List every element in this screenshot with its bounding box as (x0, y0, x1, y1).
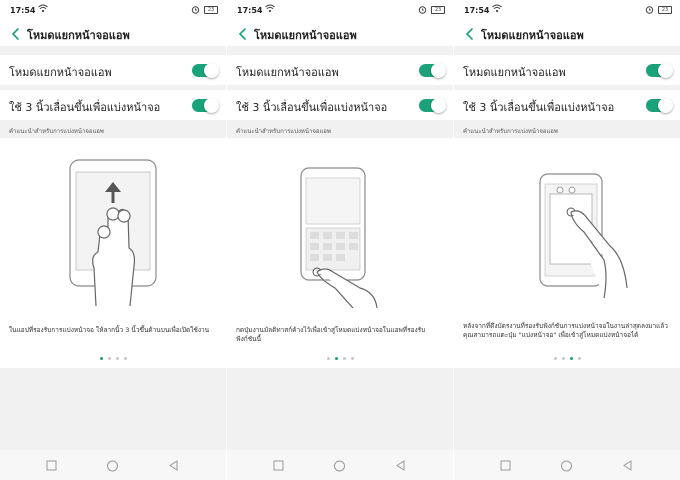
tutorial-card[interactable]: หลังจากที่ดึงบัตรงานที่รองรับฟังก์ชันการ… (454, 138, 680, 368)
home-icon[interactable] (333, 460, 346, 473)
page-title: โหมดแยกหน้าจอแอพ (254, 29, 357, 42)
three-finger-toggle[interactable] (646, 98, 673, 113)
page-dot (350, 357, 354, 360)
phone-screen-1: 17:54 23 โหมดแยกหน้าจอแอพ โหมดแยกหน้าจอแ… (0, 0, 226, 480)
setting-label: โหมดแยกหน้าจอแอพ (463, 66, 566, 79)
page-dot-active (99, 357, 103, 360)
three-finger-toggle[interactable] (419, 98, 446, 113)
battery-icon: 23 (204, 5, 218, 14)
status-bar: 17:54 23 (227, 0, 453, 22)
three-finger-swipe-up-icon (69, 159, 157, 307)
back-arrow-icon[interactable] (9, 26, 23, 42)
page-indicator (454, 357, 680, 360)
back-nav-icon[interactable] (622, 460, 633, 471)
alarm-icon (418, 6, 427, 14)
phone-screen-2: 17:54 23 โหมดแยกหน้าจอแอพ โหมดแยกหน้าจอแ… (227, 0, 453, 480)
page-dot (326, 357, 330, 360)
tutorial-description: กดปุ่มงานมัลติทาสก์ค้างไว้เพื่อเข้าสู่โห… (236, 326, 426, 343)
section-label: คำแนะนำสำหรับการแบ่งหน้าจอแอพ (9, 128, 104, 135)
wifi-icon (492, 4, 502, 13)
toggle-knob (431, 98, 446, 113)
setting-row-three-finger[interactable]: ใช้ 3 นิ้วเลื่อนขึ้นเพื่อแบ่งหน้าจอ (0, 90, 226, 120)
setting-label: ใช้ 3 นิ้วเลื่อนขึ้นเพื่อแบ่งหน้าจอ (9, 101, 161, 114)
alarm-icon (191, 6, 200, 14)
setting-row-split-screen[interactable]: โหมดแยกหน้าจอแอพ (0, 55, 226, 85)
back-arrow-icon[interactable] (463, 26, 477, 42)
alarm-icon (645, 6, 654, 14)
page-indicator (0, 357, 226, 360)
toggle-knob (204, 63, 219, 78)
page-title: โหมดแยกหน้าจอแอพ (27, 29, 130, 42)
toggle-knob (204, 98, 219, 113)
tutorial-description: ในแอปที่รองรับการแบ่งหน้าจอ ให้ลากนิ้ว 3… (9, 326, 210, 334)
three-finger-toggle[interactable] (192, 98, 219, 113)
app-header: โหมดแยกหน้าจอแอพ (0, 22, 226, 46)
page-dot-active (569, 357, 573, 360)
tutorial-card[interactable]: ในแอปที่รองรับการแบ่งหน้าจอ ให้ลากนิ้ว 3… (0, 138, 226, 368)
back-nav-icon[interactable] (168, 460, 179, 471)
setting-row-split-screen[interactable]: โหมดแยกหน้าจอแอพ (227, 55, 453, 85)
setting-label: โหมดแยกหน้าจอแอพ (236, 66, 339, 79)
toggle-knob (658, 98, 673, 113)
setting-row-three-finger[interactable]: ใช้ 3 นิ้วเลื่อนขึ้นเพื่อแบ่งหน้าจอ (454, 90, 680, 120)
recent-apps-icon[interactable] (500, 460, 511, 471)
page-indicator (227, 357, 453, 360)
home-icon[interactable] (560, 460, 573, 473)
battery-icon: 23 (658, 5, 672, 14)
setting-row-three-finger[interactable]: ใช้ 3 นิ้วเลื่อนขึ้นเพื่อแบ่งหน้าจอ (227, 90, 453, 120)
status-time: 17:54 (464, 6, 490, 15)
toggle-knob (658, 63, 673, 78)
page-dot (577, 357, 581, 360)
tutorial-card[interactable]: กดปุ่มงานมัลติทาสก์ค้างไว้เพื่อเข้าสู่โห… (227, 138, 453, 368)
page-dot-active (334, 357, 338, 360)
navigation-bar (227, 450, 453, 480)
page-dot (561, 357, 565, 360)
status-time: 17:54 (237, 6, 263, 15)
toggle-knob (431, 63, 446, 78)
phone-screen-3: 17:54 23 โหมดแยกหน้าจอแอพ โหมดแยกหน้าจอแ… (454, 0, 680, 480)
recent-apps-icon[interactable] (273, 460, 284, 471)
recent-apps-icon[interactable] (46, 460, 57, 471)
battery-icon: 23 (431, 5, 445, 14)
setting-label: โหมดแยกหน้าจอแอพ (9, 66, 112, 79)
wifi-icon (38, 4, 48, 13)
setting-label: ใช้ 3 นิ้วเลื่อนขึ้นเพื่อแบ่งหน้าจอ (463, 101, 615, 114)
multitask-long-press-icon (300, 167, 378, 308)
tutorial-description: หลังจากที่ดึงบัตรงานที่รองรับฟังก์ชันการ… (463, 322, 668, 339)
split-screen-toggle[interactable] (192, 63, 219, 78)
page-dot (342, 357, 346, 360)
page-title: โหมดแยกหน้าจอแอพ (481, 29, 584, 42)
setting-label: ใช้ 3 นิ้วเลื่อนขึ้นเพื่อแบ่งหน้าจอ (236, 101, 388, 114)
page-dot (107, 357, 111, 360)
app-header: โหมดแยกหน้าจอแอพ (227, 22, 453, 46)
page-dot (123, 357, 127, 360)
status-bar: 17:54 23 (454, 0, 680, 22)
back-arrow-icon[interactable] (236, 26, 250, 42)
section-label: คำแนะนำสำหรับการแบ่งหน้าจอแอพ (236, 128, 331, 135)
wifi-icon (265, 4, 275, 13)
status-time: 17:54 (10, 6, 36, 15)
setting-row-split-screen[interactable]: โหมดแยกหน้าจอแอพ (454, 55, 680, 85)
section-label: คำแนะนำสำหรับการแบ่งหน้าจอแอพ (463, 128, 558, 135)
split-screen-toggle[interactable] (419, 63, 446, 78)
status-bar: 17:54 23 (0, 0, 226, 22)
app-header: โหมดแยกหน้าจอแอพ (454, 22, 680, 46)
navigation-bar (0, 450, 226, 480)
page-dot (115, 357, 119, 360)
navigation-bar (454, 450, 680, 480)
back-nav-icon[interactable] (395, 460, 406, 471)
split-screen-toggle[interactable] (646, 63, 673, 78)
page-dot (553, 357, 557, 360)
home-icon[interactable] (106, 460, 119, 473)
recent-card-split-icon (539, 173, 628, 299)
